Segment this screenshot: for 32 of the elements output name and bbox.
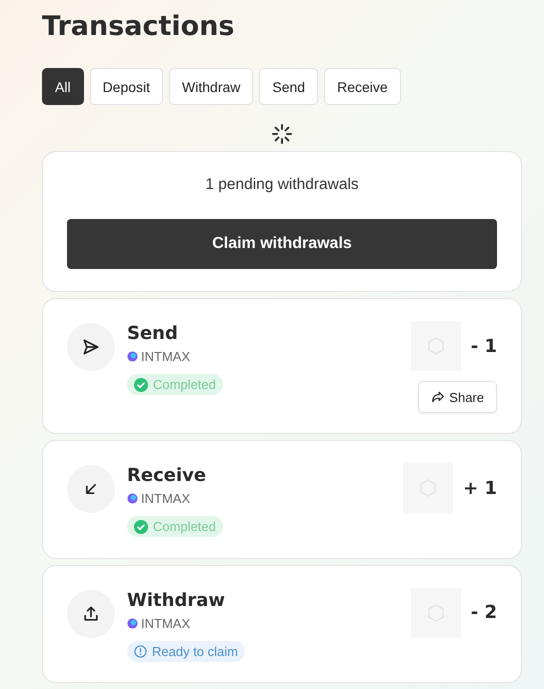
token-logo-icon xyxy=(127,351,138,362)
transaction-amount: - 2 xyxy=(470,602,497,623)
transaction-type-icon xyxy=(67,323,115,371)
token-logo-icon xyxy=(127,493,138,504)
transaction-title: Withdraw xyxy=(127,588,226,612)
share-icon xyxy=(431,390,446,404)
pending-message: 1 pending withdrawals xyxy=(205,176,359,194)
transaction-type-icon xyxy=(67,590,115,638)
filter-tab[interactable]: Deposit xyxy=(90,68,164,105)
loading-spinner-icon xyxy=(271,123,293,145)
transaction-title: Send xyxy=(127,322,179,346)
transaction-type-icon xyxy=(67,465,115,513)
token-image-placeholder xyxy=(403,463,454,513)
token-image-placeholder xyxy=(410,321,461,371)
filter-tab[interactable]: Withdraw xyxy=(169,68,254,105)
status-badge: Ready to claim xyxy=(127,640,245,662)
token-logo-icon xyxy=(127,618,138,628)
filter-tab[interactable]: All xyxy=(42,68,84,105)
status-badge: Completed xyxy=(127,516,223,537)
claim-button[interactable]: Claim withdrawals xyxy=(67,219,497,269)
transaction-amount: + 1 xyxy=(463,478,497,498)
status-badge: Completed xyxy=(127,374,223,395)
token-name: INTMAX xyxy=(141,491,190,506)
token-image-placeholder xyxy=(410,588,461,638)
filter-tab[interactable]: Send xyxy=(259,68,318,105)
transaction-amount: - 1 xyxy=(470,336,497,356)
share-button[interactable]: Share xyxy=(418,381,497,413)
page-title: Transactions xyxy=(42,10,236,44)
token-name: INTMAX xyxy=(141,616,190,630)
token-name: INTMAX xyxy=(141,349,190,364)
filter-tab[interactable]: Receive xyxy=(324,68,401,105)
transaction-title: Receive xyxy=(127,464,208,488)
